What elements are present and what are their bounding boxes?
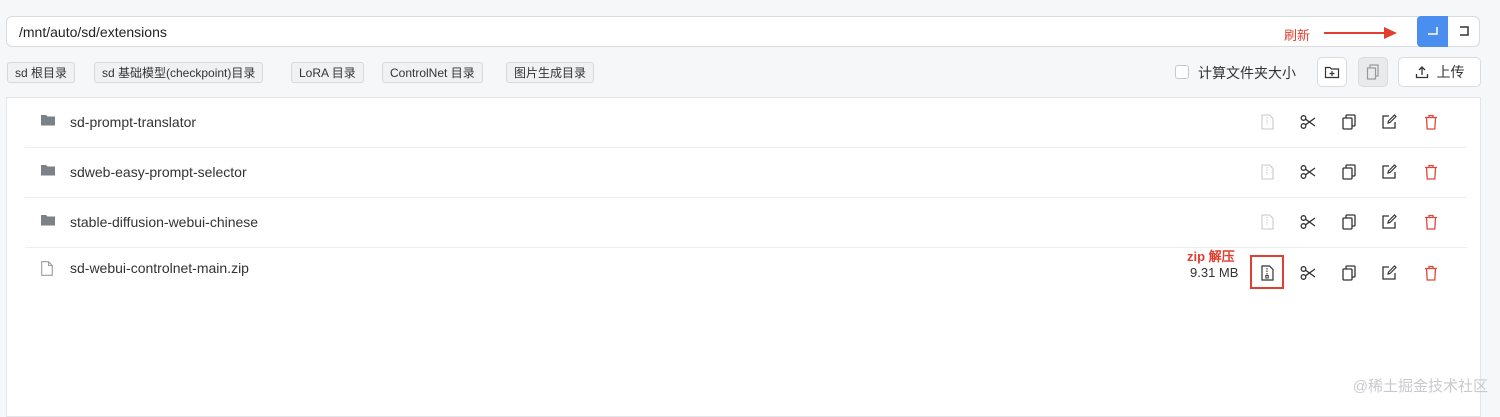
unzip-button [1257,112,1277,132]
new-folder-button[interactable] [1317,57,1347,87]
paste-icon [1366,64,1379,80]
cut-button[interactable] [1298,162,1318,182]
cut-button[interactable] [1298,263,1318,283]
unzip-highlight-box [1250,255,1284,289]
zip-file-icon [1260,164,1274,180]
list-item[interactable]: stable-diffusion-webui-chinese [25,198,1467,248]
file-name: sd-prompt-translator [70,114,197,130]
calc-folder-size-label: 计算文件夹大小 [1198,65,1296,81]
rename-button[interactable] [1379,212,1399,232]
path-bar [6,16,1480,47]
trash-icon [1425,214,1437,230]
edit-icon [1382,214,1397,229]
file-name: sdweb-easy-prompt-selector [70,164,247,180]
delete-button[interactable] [1421,162,1441,182]
folder-icon [41,165,55,176]
return-icon [1460,25,1469,36]
delete-button[interactable] [1421,112,1441,132]
copy-button[interactable] [1339,263,1359,283]
rename-button[interactable] [1379,263,1399,283]
copy-icon [1342,265,1356,281]
trash-icon [1425,164,1437,180]
edit-icon [1382,265,1397,280]
copy-icon [1342,114,1356,130]
zip-file-icon [1260,214,1274,230]
quick-dir-sd-root[interactable]: sd 根目录 [7,62,76,83]
enter-icon [1427,26,1438,35]
list-item[interactable]: sd-prompt-translator [25,98,1467,148]
file-icon [41,261,53,276]
copy-button[interactable] [1339,212,1359,232]
quick-dir-lora[interactable]: LoRA 目录 [291,62,364,83]
copy-button[interactable] [1339,112,1359,132]
file-name: sd-webui-controlnet-main.zip [70,260,249,276]
watermark: @稀土掘金技术社区 [1352,378,1488,395]
rename-button[interactable] [1379,162,1399,182]
unzip-annotation: zip 解压 [1187,249,1235,264]
file-size: 9.31 MB [1190,265,1239,280]
folder-icon [41,115,55,126]
calc-folder-size-checkbox[interactable] [1175,65,1189,79]
rename-button[interactable] [1379,112,1399,132]
new-folder-icon [1324,66,1340,79]
cut-button[interactable] [1298,112,1318,132]
upload-label: 上传 [1436,64,1465,80]
unzip-button [1257,162,1277,182]
quick-dir-images[interactable]: 图片生成目录 [506,62,595,83]
paste-button[interactable] [1358,57,1388,87]
upload-button[interactable]: 上传 [1398,57,1481,87]
scissors-icon [1300,215,1316,229]
copy-icon [1342,164,1356,180]
path-input[interactable] [19,17,1119,46]
copy-button[interactable] [1339,162,1359,182]
edit-icon [1382,114,1397,129]
scissors-icon [1300,165,1316,179]
file-name: stable-diffusion-webui-chinese [70,214,259,230]
cut-button[interactable] [1298,212,1318,232]
scissors-icon [1300,115,1316,129]
list-item[interactable]: sdweb-easy-prompt-selector [25,148,1467,198]
parent-dir-button[interactable] [1449,16,1480,47]
quick-dir-checkpoint[interactable]: sd 基础模型(checkpoint)目录 [94,62,264,83]
trash-icon [1425,114,1437,130]
folder-icon [41,215,55,226]
annotation-arrow-icon [1324,27,1397,39]
upload-icon [1415,66,1428,79]
delete-button[interactable] [1421,212,1441,232]
trash-icon [1425,265,1437,281]
copy-icon [1342,214,1356,230]
quick-dir-controlnet[interactable]: ControlNet 目录 [382,62,483,83]
zip-file-icon [1260,114,1274,130]
edit-icon [1382,164,1397,179]
scissors-icon [1300,266,1316,280]
delete-button[interactable] [1421,263,1441,283]
refresh-annotation: 刷新 [1284,28,1311,43]
go-button[interactable] [1417,16,1448,47]
unzip-button [1257,212,1277,232]
